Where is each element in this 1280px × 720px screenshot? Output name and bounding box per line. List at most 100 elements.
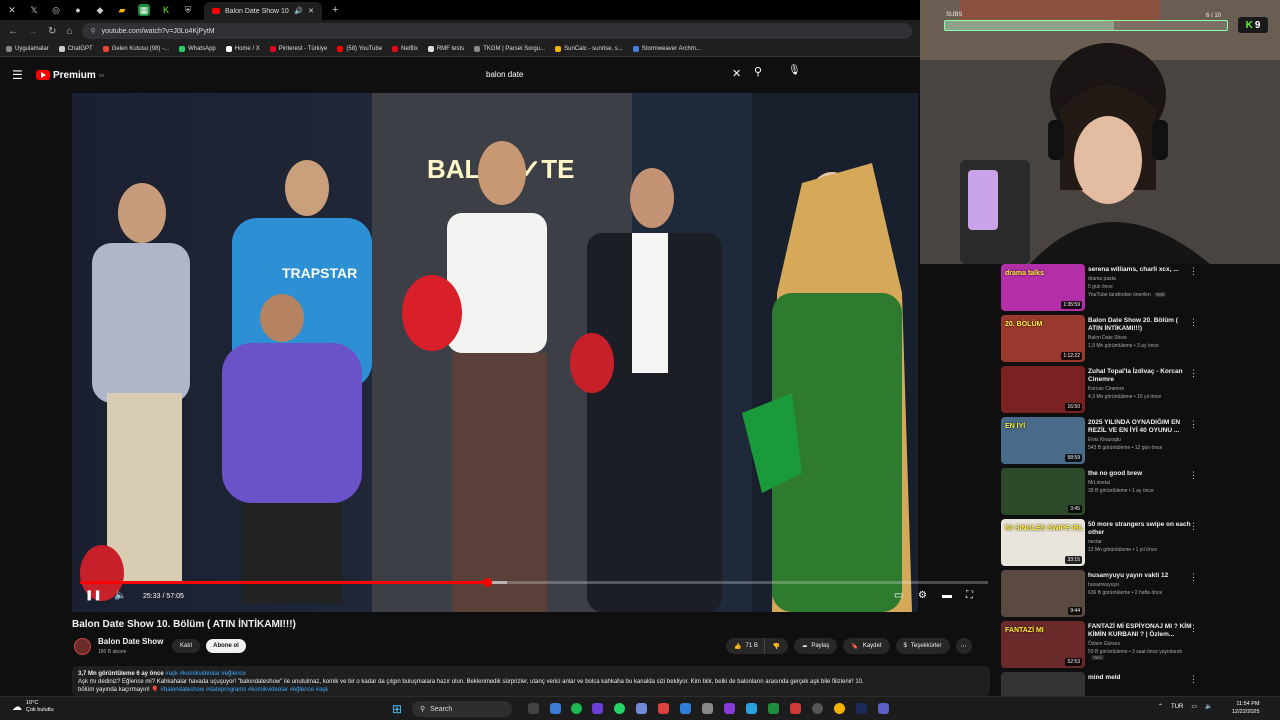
like-button[interactable]: 👍 71 B bbox=[726, 638, 764, 654]
desc-tags[interactable]: #balondateshow #dateprograms #komikvideo… bbox=[161, 687, 329, 693]
search-input[interactable]: balon date bbox=[478, 64, 748, 84]
task-view-icon[interactable] bbox=[528, 703, 539, 714]
pause-icon[interactable]: ❚❚ bbox=[85, 590, 102, 601]
video-thumbnail[interactable]: FANTAZİ MI 52:53 bbox=[1001, 621, 1085, 668]
recommended-video[interactable]: EN İYİ 58:59 2025 YILINDA OYNADIĞIM EN REZ… bbox=[998, 417, 1280, 467]
video-title[interactable]: Zuhal Topal'la İzdivaç - Korcan Cinemre bbox=[1088, 368, 1194, 384]
chrome-icon[interactable] bbox=[834, 703, 845, 714]
home-icon[interactable]: ⌂ bbox=[66, 26, 72, 37]
start-icon[interactable]: ⊞ bbox=[392, 702, 402, 716]
recommended-video[interactable]: 16:50 Zuhal Topal'la İzdivaç - Korcan Cin… bbox=[998, 366, 1280, 416]
back-icon[interactable]: ← bbox=[8, 26, 18, 37]
channel-name[interactable]: MrLimetal bbox=[1088, 480, 1194, 486]
recommended-video[interactable]: drama talks 1:35:59 serena williams, charl… bbox=[998, 264, 1280, 314]
channel-name[interactable]: Korcan Cinemre bbox=[1088, 386, 1194, 392]
bookmark-item[interactable]: Stormweaver Archm... bbox=[632, 46, 701, 52]
recommended-video[interactable]: 3:45 the no good brew MrLimetal 39 B görünt… bbox=[998, 468, 1280, 518]
video-title[interactable]: the no good brew bbox=[1088, 470, 1194, 478]
thanks-button[interactable]: $ Teşekkürler bbox=[895, 638, 950, 654]
more-options-icon[interactable]: ⋮ bbox=[1189, 674, 1198, 685]
telegram-icon[interactable] bbox=[746, 703, 757, 714]
active-tab[interactable]: Balon Date Show 10. Bölüm 🔊 ✕ bbox=[204, 2, 322, 20]
reload-icon[interactable]: ↻ bbox=[48, 26, 56, 37]
more-options-icon[interactable]: ⋮ bbox=[1189, 623, 1198, 634]
more-options-icon[interactable]: ⋮ bbox=[1189, 521, 1198, 532]
video-thumbnail[interactable]: 3:45 bbox=[1001, 468, 1085, 515]
twitch-icon[interactable] bbox=[724, 703, 735, 714]
volume-icon[interactable]: 🔈 bbox=[114, 590, 126, 601]
video-thumbnail[interactable]: drama talks 1:35:59 bbox=[1001, 264, 1085, 311]
video-thumbnail[interactable]: 50 SINGLES SWIPE IRL 33:15 bbox=[1001, 519, 1085, 566]
theater-mode-icon[interactable]: ▬ bbox=[942, 590, 952, 601]
bookmark-item[interactable]: Gelen Kutusu (98) -... bbox=[102, 46, 169, 52]
obs-icon[interactable] bbox=[812, 703, 823, 714]
bookmark-item[interactable]: ChatGPT bbox=[58, 46, 93, 52]
more-options-icon[interactable]: ⋮ bbox=[1189, 419, 1198, 430]
photoshop-icon[interactable] bbox=[856, 703, 867, 714]
bookmark-item[interactable]: TKGM | Parsel Sorgu... bbox=[474, 46, 545, 52]
video-title[interactable]: husamyuyu yayın vakti 12 bbox=[1088, 572, 1194, 580]
more-actions-button[interactable]: ⋯ bbox=[955, 638, 972, 654]
taskbar-search[interactable]: ⚲ Search bbox=[412, 701, 512, 717]
video-thumbnail[interactable]: EN İYİ 58:59 bbox=[1001, 417, 1085, 464]
more-options-icon[interactable]: ⋮ bbox=[1189, 368, 1198, 379]
settings-gear-icon[interactable]: ⚙ bbox=[918, 590, 927, 601]
store-icon[interactable] bbox=[680, 703, 691, 714]
channel-name[interactable]: Balon Date Show bbox=[98, 637, 163, 646]
save-button[interactable]: 🔖 Kaydet bbox=[843, 638, 890, 654]
site-info-icon[interactable]: ⚲ bbox=[90, 27, 95, 35]
new-tab-icon[interactable]: + bbox=[332, 4, 338, 16]
bookmark-item[interactable]: WhatsApp bbox=[179, 46, 216, 52]
clear-search-icon[interactable]: ✕ bbox=[732, 67, 741, 80]
app-icon[interactable] bbox=[592, 703, 603, 714]
recommended-video[interactable]: 50 SINGLES SWIPE IRL 33:15 50 more strange… bbox=[998, 519, 1280, 569]
subtitles-icon[interactable]: ▭ bbox=[894, 590, 903, 601]
join-button[interactable]: Katıl bbox=[172, 639, 200, 653]
hamburger-menu-icon[interactable]: ☰ bbox=[12, 68, 26, 82]
video-title[interactable]: serena williams, charli xcx, ... bbox=[1088, 266, 1194, 274]
video-thumbnail[interactable]: 9:44 bbox=[1001, 570, 1085, 617]
bookmark-item[interactable]: Home / X bbox=[225, 46, 260, 52]
video-player[interactable]: BALON✓TE TRAPSTAR bbox=[72, 93, 918, 612]
forward-icon[interactable]: → bbox=[28, 26, 38, 37]
video-title[interactable]: 50 more strangers swipe on each other bbox=[1088, 521, 1194, 537]
app-icon[interactable] bbox=[790, 703, 801, 714]
chevron-up-icon[interactable]: ⌃ bbox=[1158, 703, 1163, 710]
shield-tab-icon[interactable]: ⛨ bbox=[182, 4, 194, 16]
bookmark-item[interactable]: (58) YouTube bbox=[337, 46, 382, 52]
mail-icon[interactable] bbox=[658, 703, 669, 714]
sheets-tab-icon[interactable]: ▦ bbox=[138, 4, 150, 16]
kick-tab-icon[interactable]: K bbox=[160, 4, 172, 16]
x-tab-icon[interactable]: 𝕏 bbox=[28, 4, 40, 16]
recommended-video[interactable]: FANTAZİ MI 52:53 FANTAZİ Mİ ESPİYONAJ MI ?… bbox=[998, 621, 1280, 671]
excel-icon[interactable] bbox=[768, 703, 779, 714]
video-description[interactable]: 3,7 Mn görüntüleme 6 ay önce #aşk #komik… bbox=[72, 666, 990, 696]
more-options-icon[interactable]: ⋮ bbox=[1189, 572, 1198, 583]
close-tab-icon[interactable]: ✕ bbox=[308, 7, 314, 15]
video-title[interactable]: FANTAZİ Mİ ESPİYONAJ MI ? KİM KİMİN KURB… bbox=[1088, 623, 1194, 639]
bookmark-item[interactable]: SunCalc - sunrise, s... bbox=[555, 46, 623, 52]
video-title[interactable]: Balon Date Show 20. Bölüm ( ATIN İNTİKAM… bbox=[1088, 317, 1194, 333]
more-options-icon[interactable]: ⋮ bbox=[1189, 470, 1198, 481]
share-button[interactable]: ➦ Paylaş bbox=[794, 638, 838, 654]
channel-name[interactable]: Özlem Gürses bbox=[1088, 641, 1194, 647]
fullscreen-icon[interactable]: ⛶ bbox=[966, 590, 973, 601]
video-title[interactable]: 2025 YILINDA OYNADIĞIM EN REZİL VE EN İY… bbox=[1088, 419, 1194, 435]
app-icon[interactable] bbox=[702, 703, 713, 714]
weather-widget[interactable]: ☁ 10°C Çok bulutlu bbox=[12, 700, 54, 714]
teams-icon[interactable] bbox=[878, 703, 889, 714]
dislike-button[interactable]: 👎 bbox=[763, 638, 789, 654]
github-tab-icon[interactable]: ● bbox=[72, 4, 84, 16]
clock[interactable]: 11:54 PM 12/22/2025 bbox=[1232, 700, 1260, 716]
folder-tab-icon[interactable]: ▰ bbox=[116, 4, 128, 16]
whatsapp-icon[interactable] bbox=[614, 703, 625, 714]
youtube-premium-logo[interactable]: Premium TR bbox=[36, 70, 104, 81]
more-options-icon[interactable]: ⋮ bbox=[1189, 317, 1198, 328]
bookmark-item[interactable]: Pinterest - Türkiye bbox=[269, 46, 327, 52]
spotify-icon[interactable] bbox=[571, 703, 582, 714]
bookmark-item[interactable]: Netflix bbox=[392, 46, 418, 52]
video-thumbnail[interactable]: 20. BÖLÜM 1:12:22 bbox=[1001, 315, 1085, 362]
scrubber-handle[interactable] bbox=[482, 578, 492, 587]
search-icon[interactable]: ⚲ bbox=[754, 65, 770, 81]
channel-name[interactable]: drama pasta bbox=[1088, 276, 1194, 282]
